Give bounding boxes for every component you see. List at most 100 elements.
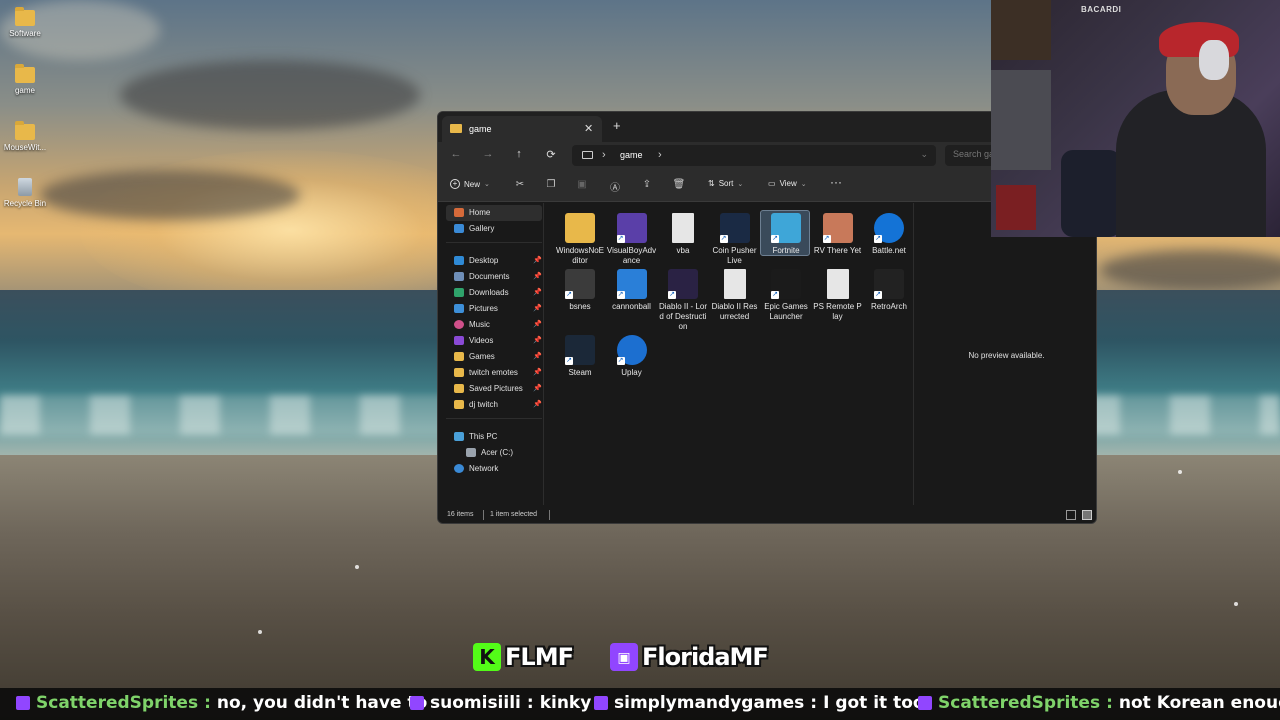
folder-icon	[15, 64, 35, 83]
file-item[interactable]: WindowsNoEditor	[555, 213, 605, 266]
file-item[interactable]: PS Remote Play	[813, 269, 863, 322]
nav-label: twitch emotes	[469, 368, 518, 377]
cannonball-icon: ↗	[616, 269, 647, 299]
snowflake	[1234, 602, 1238, 606]
nav-item-drive-c[interactable]: Acer (C:)	[458, 445, 542, 461]
paste-icon[interactable]: ▣	[575, 179, 589, 190]
file-item[interactable]: ↗ cannonball	[607, 269, 657, 312]
address-bar[interactable]: › game › ⌄	[572, 145, 936, 166]
breadcrumb-chevron-icon[interactable]: ›	[658, 149, 662, 161]
nav-item-saved-pictures[interactable]: Saved Pictures 📌	[446, 381, 542, 397]
shortcut-arrow-icon: ↗	[771, 235, 779, 243]
desktop-icon-label: Recycle Bin	[3, 199, 47, 208]
nav-item-twitch-emotes[interactable]: twitch emotes 📌	[446, 365, 542, 381]
pin-icon: 📌	[533, 289, 542, 296]
file-item[interactable]: ↗ Uplay	[607, 335, 657, 378]
breadcrumb-chevron-icon[interactable]: ›	[602, 149, 606, 161]
music-icon	[454, 320, 464, 329]
desktop-icon-recycle-bin[interactable]: Recycle Bin	[0, 178, 50, 208]
new-button-label: New	[464, 179, 481, 189]
preview-message: No preview available.	[968, 351, 1045, 360]
file-item[interactable]: ↗ Coin Pusher Live	[710, 213, 760, 266]
gba-icon: ↗	[616, 213, 647, 243]
refresh-icon[interactable]: ⟳	[543, 148, 559, 161]
nav-item-pictures[interactable]: Pictures 📌	[446, 301, 542, 317]
nav-item-gallery[interactable]: Gallery	[446, 221, 542, 237]
file-label: cannonball	[612, 302, 651, 311]
chat-text: not Korean enough	[1118, 693, 1280, 713]
file-item[interactable]: ↗ Steam	[555, 335, 605, 378]
details-view-button[interactable]	[1066, 510, 1076, 520]
nav-label: Desktop	[469, 256, 499, 265]
nav-item-desktop[interactable]: Desktop 📌	[446, 253, 542, 269]
bacardi-label: BACARDI	[1081, 5, 1122, 14]
tab-close-icon[interactable]: ✕	[584, 122, 593, 135]
more-options-button[interactable]: ···	[830, 175, 842, 189]
snowflake	[355, 565, 359, 569]
breadcrumb-game[interactable]: game	[620, 150, 643, 160]
new-tab-button[interactable]: +	[613, 118, 621, 133]
nav-item-dj-twitch[interactable]: dj twitch 📌	[446, 397, 542, 413]
selection-count: 1 item selected	[490, 511, 538, 518]
file-item[interactable]: ↗ RV There Yet	[813, 213, 863, 256]
chevron-down-icon: ⌄	[800, 180, 807, 188]
back-arrow-icon[interactable]: ←	[448, 148, 464, 160]
copy-icon[interactable]: ❐	[544, 179, 558, 190]
twitch-icon	[410, 696, 424, 710]
forward-arrow-icon[interactable]: →	[480, 148, 496, 160]
webcam-red-box	[996, 185, 1036, 230]
shortcut-arrow-icon: ↗	[874, 235, 882, 243]
rename-icon[interactable]: Ⓐ	[608, 179, 622, 194]
shortcut-arrow-icon: ↗	[719, 235, 728, 243]
file-label: Epic Games Launcher	[764, 302, 808, 321]
file-item[interactable]: Diablo II Resurrected	[710, 269, 760, 322]
shortcut-arrow-icon: ↗	[822, 235, 831, 243]
file-item[interactable]: ↗ Fortnite	[760, 210, 811, 256]
desktop-icon-software[interactable]: Software	[0, 7, 50, 38]
nav-item-videos[interactable]: Videos 📌	[446, 333, 542, 349]
file-item[interactable]: ↗ bsnes	[555, 269, 605, 312]
nav-label: Gallery	[469, 224, 495, 233]
chat-username: ScatteredSprites	[938, 693, 1101, 713]
cut-icon[interactable]: ✂	[513, 179, 527, 190]
item-count: 16 items	[447, 511, 474, 518]
file-item[interactable]: vba	[658, 213, 708, 256]
view-icon: ▭	[768, 179, 776, 188]
nav-item-home[interactable]: Home	[446, 205, 542, 221]
nav-item-downloads[interactable]: Downloads 📌	[446, 285, 542, 301]
nav-label: Acer (C:)	[481, 448, 513, 457]
file-item[interactable]: ↗ Diablo II - Lord of Destruction	[658, 269, 708, 332]
chevron-down-icon: ⌄	[484, 181, 490, 188]
file-label: PS Remote Play	[813, 302, 862, 321]
share-icon[interactable]: ⇪	[640, 179, 654, 190]
nav-item-documents[interactable]: Documents 📌	[446, 269, 542, 285]
desktop-icon-mousewit[interactable]: MouseWit...	[0, 121, 50, 152]
kick-badge: K FLMF	[473, 640, 574, 674]
chat-username: suomisiili	[430, 693, 521, 713]
shortcut-arrow-icon: ↗	[771, 291, 779, 299]
nav-item-music[interactable]: Music 📌	[446, 317, 542, 333]
large-icons-view-button[interactable]	[1082, 510, 1092, 520]
nav-item-network[interactable]: Network	[446, 461, 542, 477]
tab-game[interactable]: game ✕	[442, 116, 602, 142]
nav-item-games[interactable]: Games 📌	[446, 349, 542, 365]
snes-icon: ↗	[565, 269, 595, 299]
file-item[interactable]: ↗ RetroArch	[864, 269, 914, 312]
address-dropdown-icon[interactable]: ⌄	[920, 149, 928, 160]
desktop-icon-game[interactable]: game	[0, 64, 50, 95]
delete-icon[interactable]: 🗑	[672, 179, 686, 190]
file-item[interactable]: ↗ VisualBoyAdvance	[607, 213, 657, 266]
sort-button[interactable]: ⇅ Sort ⌄	[708, 179, 743, 188]
new-button[interactable]: + New ⌄	[450, 179, 490, 189]
home-icon	[454, 208, 464, 217]
wallpaper-cloud	[120, 60, 420, 130]
nav-item-this-pc[interactable]: This PC	[446, 429, 542, 445]
file-item[interactable]: ↗ Epic Games Launcher	[761, 269, 811, 322]
up-arrow-icon[interactable]: ↑	[511, 148, 527, 160]
chat-text: no, you didn't have to	[216, 693, 428, 713]
nav-label: This PC	[469, 432, 498, 441]
pin-icon: 📌	[533, 257, 542, 264]
folder-icon	[450, 124, 462, 133]
view-button[interactable]: ▭ View ⌄	[768, 179, 807, 188]
file-item[interactable]: ↗ Battle.net	[864, 213, 914, 256]
